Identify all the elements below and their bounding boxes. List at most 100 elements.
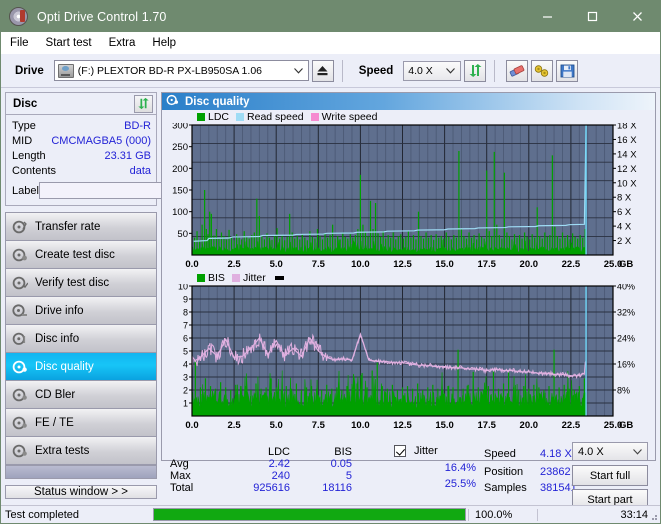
maximize-button[interactable] <box>570 1 615 32</box>
svg-text:8: 8 <box>183 308 188 318</box>
sidebar-item-fe-te[interactable]: FE / TE <box>6 409 156 437</box>
drive-toolbar: Drive (F:) PLEXTOR BD-R PX-LB950SA 1.06 … <box>1 54 660 88</box>
svg-text:300: 300 <box>172 123 188 132</box>
stats-ldc-total: 925616 <box>253 482 290 494</box>
legend-read-speed: Read speed <box>236 111 304 123</box>
progress-bar <box>153 508 466 521</box>
legend-bis: BIS <box>197 272 225 284</box>
legend-label-read-speed: Read speed <box>247 110 304 123</box>
stats-table: LDC BIS Avg 2.42 0.05 Max 240 5 Total 92… <box>170 446 352 494</box>
svg-text:14 X: 14 X <box>617 149 637 160</box>
legend-swatch-ldc <box>197 112 205 121</box>
toolbar-divider-2 <box>494 59 496 82</box>
svg-text:10: 10 <box>178 284 188 292</box>
svg-text:12.5: 12.5 <box>393 259 412 270</box>
window-controls <box>525 1 660 32</box>
sidebar-item-cd-bler[interactable]: CD Bler <box>6 381 156 409</box>
sidebar-filler <box>6 465 156 478</box>
disc-refresh-button[interactable] <box>134 94 153 113</box>
marker-icon <box>274 275 284 280</box>
status-bar: Test completed 100.0% 33:14 <box>1 505 660 523</box>
svg-text:200: 200 <box>172 164 188 175</box>
progress-percent: 100.0% <box>468 508 537 521</box>
menu-help[interactable]: Help <box>152 37 176 49</box>
sidebar-label: Create test disc <box>35 248 115 261</box>
disc-row-length: Length 23.31 GB <box>12 148 151 163</box>
legend-label-write-speed: Write speed <box>321 110 378 123</box>
stats-label-max: Max <box>170 470 191 482</box>
jitter-label: Jitter <box>414 445 438 457</box>
eject-button[interactable] <box>311 59 334 82</box>
svg-text:12 X: 12 X <box>617 164 637 175</box>
disc-quality-icon <box>12 360 28 374</box>
menu-file[interactable]: File <box>10 37 29 49</box>
legend-write-speed: Write speed <box>310 110 378 123</box>
speed-select[interactable]: 4.0 X <box>403 60 462 81</box>
status-window-button[interactable]: Status window > > <box>5 485 157 499</box>
svg-text:16 X: 16 X <box>617 135 637 146</box>
svg-text:8%: 8% <box>617 386 630 396</box>
sidebar-item-drive-info[interactable]: Drive info <box>6 297 156 325</box>
svg-text:20.0: 20.0 <box>520 259 539 270</box>
stats-row-max: Max 240 5 <box>170 470 352 482</box>
start-full-button[interactable]: Start full <box>572 465 648 486</box>
svg-text:8 X: 8 X <box>617 193 632 204</box>
stats-bis-total: 18116 <box>322 482 352 494</box>
tools-button[interactable] <box>531 59 554 82</box>
resize-grip[interactable] <box>648 511 658 521</box>
menu-start-test[interactable]: Start test <box>46 37 92 49</box>
stats-col-bis: BIS <box>334 446 352 458</box>
svg-text:20.0: 20.0 <box>520 420 539 431</box>
app-window: Opti Drive Control 1.70 File Start test … <box>0 0 661 524</box>
drive-label: Drive <box>15 64 44 77</box>
legend-label-jitter: Jitter <box>242 271 266 284</box>
disc-test-icon <box>12 416 28 430</box>
bis-chart-container: BIS Jitter 1 2 3 4 5 6 7 8 9 10 8% 16% 24% 32% 40% 0.0 2… <box>162 271 655 432</box>
refresh-icon <box>138 97 149 110</box>
svg-text:GB: GB <box>619 420 633 431</box>
sidebar-nav: Transfer rate Create test disc Verify te… <box>5 212 157 479</box>
close-button[interactable] <box>615 1 660 32</box>
sidebar-item-disc-info[interactable]: Disc info <box>6 325 156 353</box>
svg-text:2: 2 <box>183 386 188 396</box>
disc-row-mid: MID CMCMAGBA5 (000) <box>12 133 151 148</box>
position-stat-label: Position <box>484 466 524 478</box>
elapsed-time: 33:14 <box>537 508 660 521</box>
svg-text:17.5: 17.5 <box>477 259 496 270</box>
sidebar-item-verify-test-disc[interactable]: Verify test disc <box>6 269 156 297</box>
sidebar-item-disc-quality[interactable]: Disc quality <box>6 353 156 381</box>
svg-text:16%: 16% <box>617 360 635 370</box>
minimize-button[interactable] <box>525 1 570 32</box>
drive-select[interactable]: (F:) PLEXTOR BD-R PX-LB950SA 1.06 <box>53 60 309 81</box>
disc-mid-label: MID <box>12 134 33 147</box>
svg-text:22.5: 22.5 <box>562 420 581 431</box>
sidebar-item-extra-tests[interactable]: Extra tests <box>6 437 156 465</box>
save-button[interactable] <box>556 59 579 82</box>
bis-chart-plot: 1 2 3 4 5 6 7 8 9 10 8% 16% 24% 32% 40% 0.0 2.5 5.0 7.5 10.… <box>162 284 655 432</box>
disc-info-rows: Type BD-R MID CMCMAGBA5 (000) Length 23.… <box>6 115 243 205</box>
disc-quality-icon <box>166 94 179 109</box>
disc-icon <box>9 7 28 26</box>
sidebar-label: Drive info <box>35 304 84 317</box>
disc-row-contents: Contents data <box>12 163 151 178</box>
svg-text:6 X: 6 X <box>617 207 632 218</box>
disc-info-header: Disc <box>6 93 156 115</box>
jitter-toggle[interactable]: Jitter <box>394 445 438 457</box>
disc-test-icon <box>12 332 28 346</box>
toolbar-divider-1 <box>341 59 343 82</box>
sidebar-item-transfer-rate[interactable]: Transfer rate <box>6 213 156 241</box>
disc-contents-value: data <box>129 164 151 177</box>
svg-text:15.0: 15.0 <box>435 420 454 431</box>
erase-button[interactable] <box>506 59 529 82</box>
refresh-button[interactable] <box>464 59 487 82</box>
legend-swatch-bis <box>197 273 205 282</box>
disc-test-icon <box>12 220 28 234</box>
legend-ldc: LDC <box>197 111 229 123</box>
menu-extra[interactable]: Extra <box>109 37 136 49</box>
jitter-checkbox[interactable] <box>394 445 406 457</box>
stats-panel: LDC BIS Avg 2.42 0.05 Max 240 5 Total 92… <box>162 432 655 510</box>
disc-test-icon <box>12 276 29 290</box>
test-speed-select[interactable]: 4.0 X <box>572 442 648 461</box>
legend-swatch-write-speed <box>310 112 319 121</box>
sidebar-item-create-test-disc[interactable]: Create test disc <box>6 241 156 269</box>
